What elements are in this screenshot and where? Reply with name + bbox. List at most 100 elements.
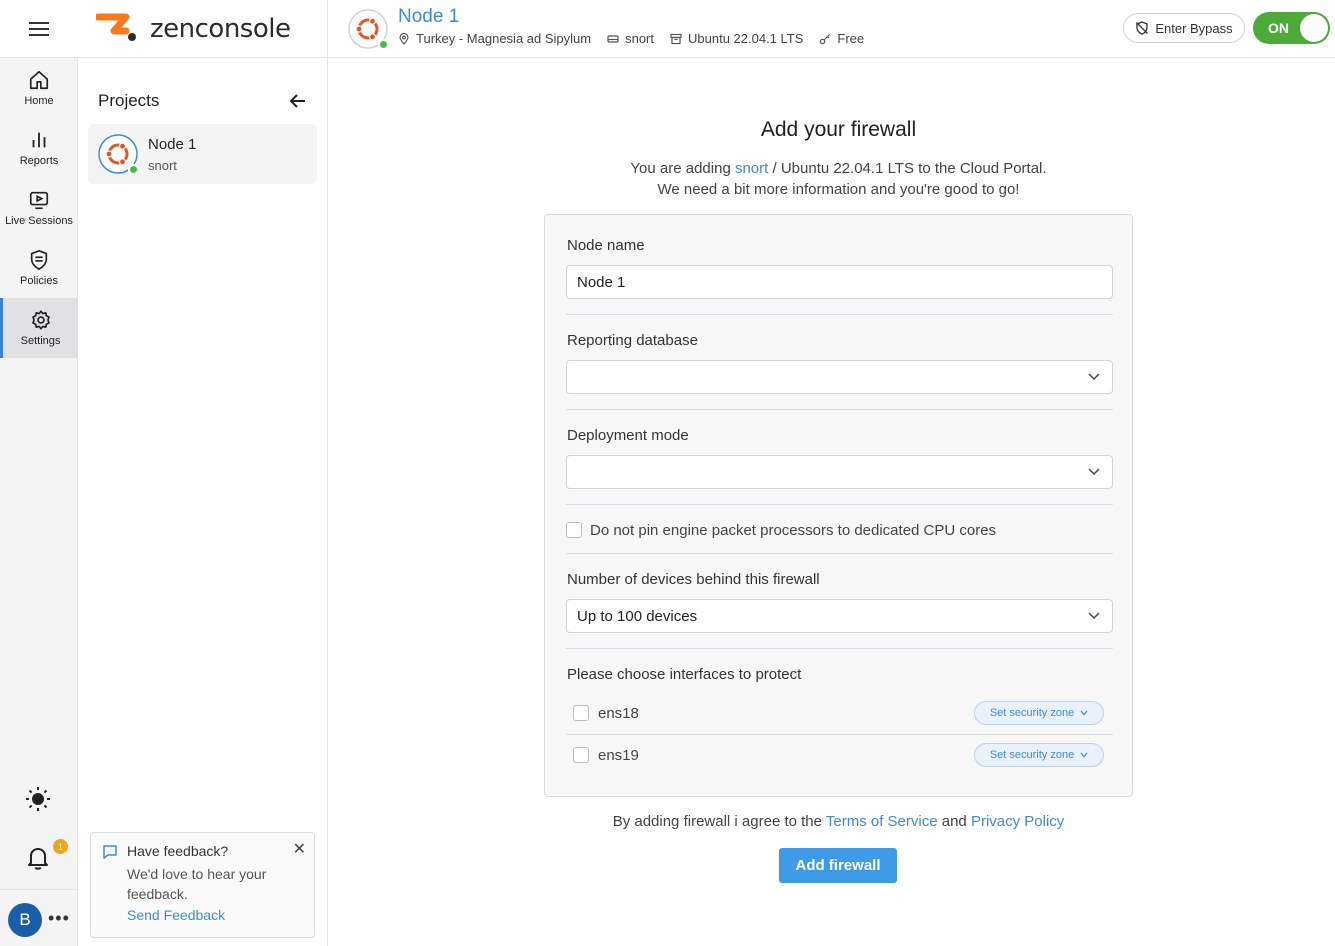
rail-header xyxy=(0,0,78,58)
project-text: Node 1 snort xyxy=(148,136,196,173)
hard-drive-icon xyxy=(607,34,619,43)
meta-engine: snort xyxy=(607,31,654,46)
page-subtitle: You are adding snort / Ubuntu 22.04.1 LT… xyxy=(544,158,1133,200)
interface-checkbox-ens18[interactable] xyxy=(573,705,589,721)
set-security-zone-button[interactable]: Set security zone xyxy=(974,743,1104,767)
interface-name: ens19 xyxy=(598,747,639,764)
agree-prefix: By adding firewall i agree to the xyxy=(612,813,826,830)
reporting-db-select[interactable] xyxy=(566,360,1113,394)
chevron-down-icon xyxy=(1088,612,1100,620)
meta-os: Ubuntu 22.04.1 LTS xyxy=(670,31,803,46)
feedback-body: We'd love to hear your feedback. xyxy=(127,866,267,902)
devices-label: Number of devices behind this firewall xyxy=(567,571,820,588)
zenconsole-logo-icon[interactable] xyxy=(96,13,140,45)
meta-location: Turkey - Magnesia ad Sipylum xyxy=(398,31,591,46)
chevron-down-icon xyxy=(1080,752,1088,758)
ubuntu-logo-icon xyxy=(348,9,389,50)
firewall-form: Node name Node 1 Reporting database Depl… xyxy=(544,214,1133,797)
archive-box-icon xyxy=(670,33,682,44)
ubuntu-logo-icon xyxy=(98,134,139,175)
notification-badge: 1 xyxy=(53,839,68,854)
projects-title: Projects xyxy=(98,91,160,110)
snort-link[interactable]: snort xyxy=(735,160,768,177)
chevron-down-icon xyxy=(1088,373,1100,381)
form-divider xyxy=(566,504,1113,505)
gear-icon xyxy=(31,310,50,330)
zone-label: Set security zone xyxy=(989,707,1075,719)
interface-name: ens18 xyxy=(598,705,639,722)
rail-divider xyxy=(0,889,78,890)
subtitle-prefix: You are adding xyxy=(630,160,735,177)
nav-item-policies[interactable]: Policies xyxy=(0,238,78,298)
node-name-label: Node name xyxy=(567,237,645,254)
nav-item-live-sessions[interactable]: Live Sessions xyxy=(0,178,78,238)
toggle-label: ON xyxy=(1268,20,1289,36)
theme-sun-icon[interactable] xyxy=(25,786,51,812)
devices-value: Up to 100 devices xyxy=(577,607,698,625)
bar-chart-icon xyxy=(32,132,46,148)
privacy-link[interactable]: Privacy Policy xyxy=(971,813,1064,830)
meta-plan: Free xyxy=(819,31,864,46)
form-divider xyxy=(566,553,1113,554)
zone-label: Set security zone xyxy=(989,749,1075,761)
set-security-zone-button[interactable]: Set security zone xyxy=(974,701,1104,725)
form-divider xyxy=(566,314,1113,315)
node-meta: Turkey - Magnesia ad Sipylum snort Ubunt… xyxy=(398,31,880,46)
page-title: Add your firewall xyxy=(760,118,917,141)
chevron-down-icon xyxy=(1088,468,1100,476)
node-name-input[interactable]: Node 1 xyxy=(566,265,1113,299)
brand-bar: zenconsole xyxy=(78,0,327,58)
bell-icon[interactable] xyxy=(25,845,51,871)
terms-link[interactable]: Terms of Service xyxy=(826,813,938,830)
project-item[interactable]: Node 1 snort xyxy=(88,124,317,184)
key-icon xyxy=(820,33,831,44)
interface-checkbox-ens19[interactable] xyxy=(573,747,589,763)
pin-cores-label: Do not pin engine packet processors to d… xyxy=(590,522,997,539)
close-icon[interactable]: ✕ xyxy=(293,839,306,859)
nav-item-reports[interactable]: Reports xyxy=(0,118,78,178)
node-title[interactable]: Node 1 xyxy=(398,6,459,28)
power-toggle[interactable]: ON xyxy=(1253,12,1330,44)
home-icon xyxy=(29,70,49,90)
terms-agreement: By adding firewall i agree to the Terms … xyxy=(544,813,1133,830)
enter-bypass-label: Enter Bypass xyxy=(1155,20,1233,36)
online-status-dot xyxy=(378,39,389,50)
os-text: Ubuntu 22.04.1 LTS xyxy=(688,31,804,46)
nav-item-settings[interactable]: Settings xyxy=(0,298,78,358)
location-text: Turkey - Magnesia ad Sipylum xyxy=(416,31,592,46)
avatar[interactable]: B xyxy=(8,903,42,937)
send-feedback-link[interactable]: Send Feedback xyxy=(127,907,302,923)
nav-label-reports: Reports xyxy=(19,155,59,167)
nav-label-home: Home xyxy=(24,95,54,107)
deployment-mode-select[interactable] xyxy=(566,455,1113,489)
toggle-knob xyxy=(1300,14,1328,42)
nav-label-policies: Policies xyxy=(20,275,58,287)
projects-header: Projects xyxy=(78,58,327,122)
more-options-icon[interactable]: ••• xyxy=(48,908,70,929)
chat-bubble-icon xyxy=(103,845,117,859)
form-divider xyxy=(566,409,1113,410)
shield-icon xyxy=(30,249,48,271)
nav-item-home[interactable]: Home xyxy=(0,58,78,118)
shield-off-icon xyxy=(1136,21,1149,35)
devices-select[interactable]: Up to 100 devices xyxy=(566,599,1113,633)
nav-label-live-sessions: Live Sessions xyxy=(5,215,73,227)
brand-name: zenconsole xyxy=(150,13,291,44)
feedback-title: Have feedback? xyxy=(127,843,229,859)
agree-and: and xyxy=(937,813,971,830)
chevron-down-icon xyxy=(1080,710,1088,716)
project-name: Node 1 xyxy=(148,135,197,153)
node-header: Node 1 Turkey - Magnesia ad Sipylum snor… xyxy=(328,0,1335,58)
reporting-db-label: Reporting database xyxy=(567,332,698,349)
menu-icon[interactable] xyxy=(29,21,49,36)
feedback-card: ✕ Have feedback? We'd love to hear your … xyxy=(90,832,315,938)
pin-cores-checkbox[interactable] xyxy=(566,522,582,538)
projects-panel: zenconsole Projects Node 1 snort ✕ Have … xyxy=(78,0,328,946)
online-status-dot xyxy=(128,164,139,175)
interface-divider xyxy=(566,734,1113,735)
enter-bypass-button[interactable]: Enter Bypass xyxy=(1123,13,1245,43)
add-firewall-button[interactable]: Add firewall xyxy=(779,848,897,883)
arrow-left-icon[interactable] xyxy=(289,92,307,110)
nav-rail: Home Reports Live Sessions Policies Sett… xyxy=(0,0,78,946)
plan-text: Free xyxy=(837,31,865,46)
